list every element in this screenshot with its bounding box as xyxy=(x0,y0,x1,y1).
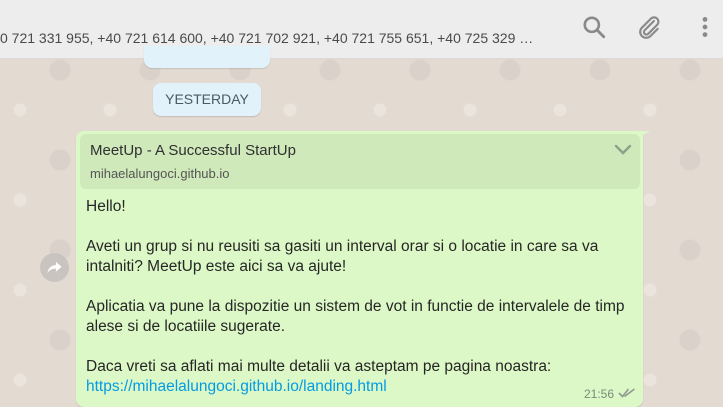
chevron-down-icon[interactable] xyxy=(614,144,632,156)
message-link[interactable]: https://mihaelalungoci.github.io/landing… xyxy=(86,378,387,396)
message-line: Aplicatia va pune la dispozitie un siste… xyxy=(86,298,625,315)
link-preview[interactable]: MeetUp - A Successful StartUp mihaelalun… xyxy=(80,134,640,189)
message-line: Aveti un grup si nu reusiti sa gasiti un… xyxy=(86,238,599,255)
message-line: intalniti? MeetUp este aici sa va ajute! xyxy=(86,258,347,275)
search-icon[interactable] xyxy=(581,14,607,40)
link-preview-domain: mihaelalungoci.github.io xyxy=(90,166,230,181)
double-check-icon xyxy=(618,387,636,399)
message-line: alese si de locatiile sugerate. xyxy=(86,318,286,335)
paperclip-icon[interactable] xyxy=(636,14,662,40)
forward-icon xyxy=(47,261,62,274)
message-line: Daca vreti sa aflati mai multe detalii v… xyxy=(86,358,552,375)
previous-system-message xyxy=(144,46,270,68)
participants-list[interactable]: 0 721 331 955, +40 721 614 600, +40 721 … xyxy=(0,30,548,46)
chat-header: 0 721 331 955, +40 721 614 600, +40 721 … xyxy=(0,0,723,59)
more-vertical-icon[interactable] xyxy=(692,14,718,40)
message-line: Hello! xyxy=(86,198,126,215)
date-divider: YESTERDAY xyxy=(153,83,261,116)
link-preview-title: MeetUp - A Successful StartUp xyxy=(90,142,296,159)
forward-button[interactable] xyxy=(40,253,69,282)
message-time: 21:56 xyxy=(584,387,615,401)
